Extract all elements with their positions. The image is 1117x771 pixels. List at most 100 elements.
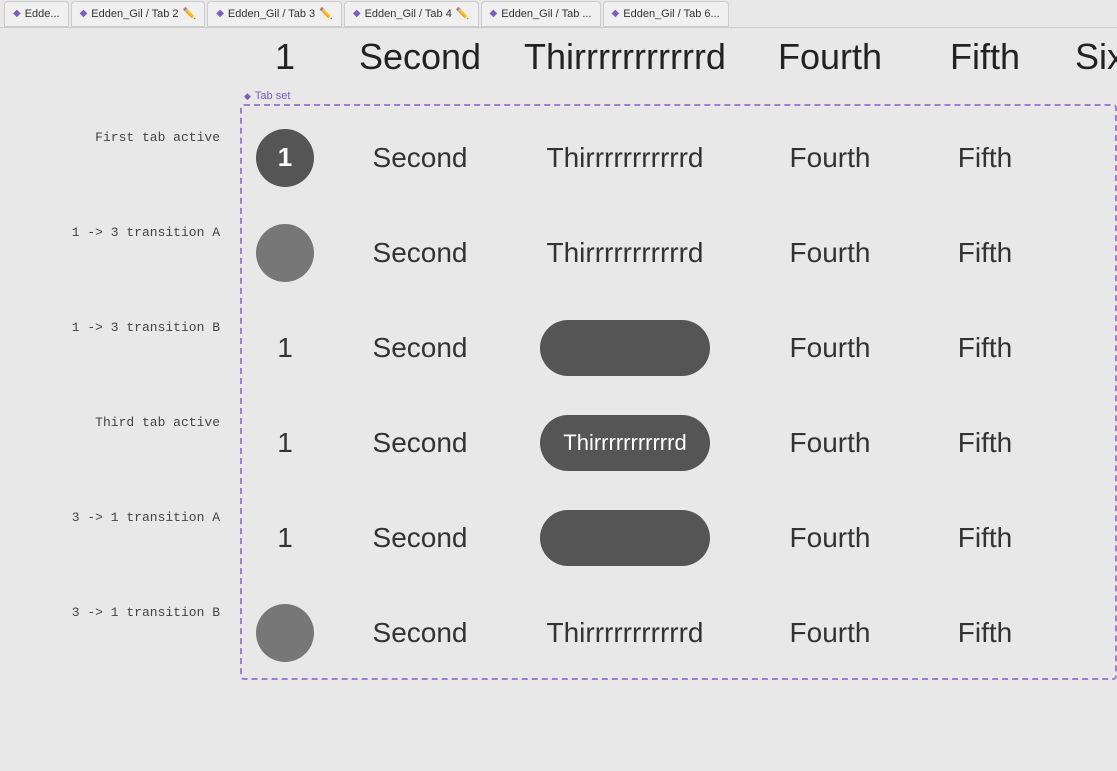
row1-tab2: Second [330, 237, 510, 269]
tab-text: Fifth [958, 427, 1012, 459]
tab-text: Second [373, 332, 468, 364]
row3-tab2: Second [330, 427, 510, 459]
tab-text: Fourth [790, 142, 871, 174]
tabset-diamond-icon: ◆ [244, 91, 251, 102]
tab-2[interactable]: ◆ Edden_Gil / Tab 2 ✏️ [71, 1, 206, 27]
row-label-4: 3 -> 1 transition A [0, 470, 240, 565]
row4-tab4: Fourth [740, 522, 920, 554]
diamond-icon-4: ◆ [353, 8, 361, 19]
diamond-icon: ◆ [13, 8, 21, 19]
row3-tab4: Fourth [740, 427, 920, 459]
content-area: First tab active 1 -> 3 transition A 1 -… [0, 90, 1117, 680]
tabset-label-text: Tab set [255, 90, 290, 102]
tab-text: Fourth [790, 332, 871, 364]
row0-tab2: Second [330, 142, 510, 174]
diamond-icon-6: ◆ [612, 8, 620, 19]
heading-tab1: 1 [240, 36, 330, 78]
row4-tab1: 1 [240, 522, 330, 554]
table-row: Second Thirrrrrrrrrrrd Fourth Fifth [240, 585, 1117, 680]
heading-row: 1 Second Thirrrrrrrrrrrd Fourth Fifth Si… [0, 28, 1117, 90]
label-column: First tab active 1 -> 3 transition A 1 -… [0, 90, 240, 680]
pill-active-indicator: Thirrrrrrrrrrrd [540, 415, 710, 471]
edit-icon-3: ✏️ [319, 7, 333, 20]
row-label-2: 1 -> 3 transition B [0, 280, 240, 375]
row5-tab4: Fourth [740, 617, 920, 649]
row3-tab5: Fifth [920, 427, 1050, 459]
tab-text: Fourth [790, 522, 871, 554]
tab-text: Thirrrrrrrrrrrd [546, 237, 703, 269]
pill-empty-indicator [540, 320, 710, 376]
tab-4-label: Edden_Gil / Tab 4 [365, 8, 452, 20]
tabset-label: ◆ Tab set [244, 90, 290, 102]
tab-6[interactable]: ◆ Edden_Gil / Tab 6... [603, 1, 729, 27]
tab-text: Fourth [790, 617, 871, 649]
tab-text: Thirrrrrrrrrrrd [546, 142, 703, 174]
diamond-icon-3: ◆ [216, 8, 224, 19]
diamond-icon-5: ◆ [490, 8, 498, 19]
table-row: 1 Second Fourth Fifth [240, 300, 1117, 395]
row4-tab2: Second [330, 522, 510, 554]
rows-area: 1 Second Thirrrrrrrrrrrd Fourth Fifth [240, 90, 1117, 680]
tab-text: Fifth [958, 522, 1012, 554]
tabset-container: ◆ Tab set 1 Second Thirrrrrrrrrrrd Fourt… [240, 90, 1117, 680]
row2-tab3 [510, 320, 740, 376]
tab-1-label: Edde... [25, 8, 60, 20]
tab-2-label: Edden_Gil / Tab 2 [91, 8, 178, 20]
tab-5[interactable]: ◆ Edden_Gil / Tab ... [481, 1, 601, 27]
row1-tab1 [240, 224, 330, 282]
row3-tab1: 1 [240, 427, 330, 459]
row4-tab5: Fifth [920, 522, 1050, 554]
row1-tab5: Fifth [920, 237, 1050, 269]
tab-5-label: Edden_Gil / Tab ... [501, 8, 591, 20]
row5-tab2: Second [330, 617, 510, 649]
tab-number: 1 [277, 427, 293, 459]
heading-tab2: Second [330, 36, 510, 78]
row-label-3: Third tab active [0, 375, 240, 470]
tab-3[interactable]: ◆ Edden_Gil / Tab 3 ✏️ [207, 1, 342, 27]
tab-text: Second [373, 427, 468, 459]
diamond-icon-2: ◆ [80, 8, 88, 19]
row0-tab1: 1 [240, 129, 330, 187]
edit-icon-2: ✏️ [183, 7, 197, 20]
tab-6-label: Edden_Gil / Tab 6... [623, 8, 719, 20]
circle-inactive-indicator [256, 604, 314, 662]
circle-inactive-indicator [256, 224, 314, 282]
table-row: 1 Second Fourth Fifth [240, 490, 1117, 585]
row0-tab5: Fifth [920, 142, 1050, 174]
tab-number: 1 [277, 332, 293, 364]
tab-text: Second [373, 237, 468, 269]
tab-text: Second [373, 617, 468, 649]
row-label-0: First tab active [0, 90, 240, 185]
row2-tab5: Fifth [920, 332, 1050, 364]
heading-tab6: Sixth [1050, 36, 1117, 78]
tab-text: Second [373, 522, 468, 554]
row1-tab3: Thirrrrrrrrrrrd [510, 237, 740, 269]
circle-active-indicator: 1 [256, 129, 314, 187]
row0-tab4: Fourth [740, 142, 920, 174]
heading-tab4: Fourth [740, 36, 920, 78]
heading-tab3: Thirrrrrrrrrrrd [510, 36, 740, 78]
row3-tab3: Thirrrrrrrrrrrd [510, 415, 740, 471]
tab-text: Second [373, 142, 468, 174]
tab-3-label: Edden_Gil / Tab 3 [228, 8, 315, 20]
tab-text: Fourth [790, 237, 871, 269]
row5-tab3: Thirrrrrrrrrrrd [510, 617, 740, 649]
row-label-5: 3 -> 1 transition B [0, 565, 240, 660]
pill-empty-indicator [540, 510, 710, 566]
table-row: 1 Second Thirrrrrrrrrrrd Fourth Fifth [240, 395, 1117, 490]
tab-text: Fifth [958, 237, 1012, 269]
row1-tab4: Fourth [740, 237, 920, 269]
row5-tab1 [240, 604, 330, 662]
row2-tab1: 1 [240, 332, 330, 364]
tab-4[interactable]: ◆ Edden_Gil / Tab 4 ✏️ [344, 1, 479, 27]
table-row: Second Thirrrrrrrrrrrd Fourth Fifth [240, 205, 1117, 300]
edit-icon-4: ✏️ [456, 7, 470, 20]
pill-active-text: Thirrrrrrrrrrrd [563, 430, 686, 456]
tab-number: 1 [277, 522, 293, 554]
tab-text: Fifth [958, 332, 1012, 364]
row4-tab3 [510, 510, 740, 566]
tab-text: Thirrrrrrrrrrrd [546, 617, 703, 649]
tab-1[interactable]: ◆ Edde... [4, 1, 69, 27]
row0-tab3: Thirrrrrrrrrrrd [510, 142, 740, 174]
tab-text: Fifth [958, 617, 1012, 649]
